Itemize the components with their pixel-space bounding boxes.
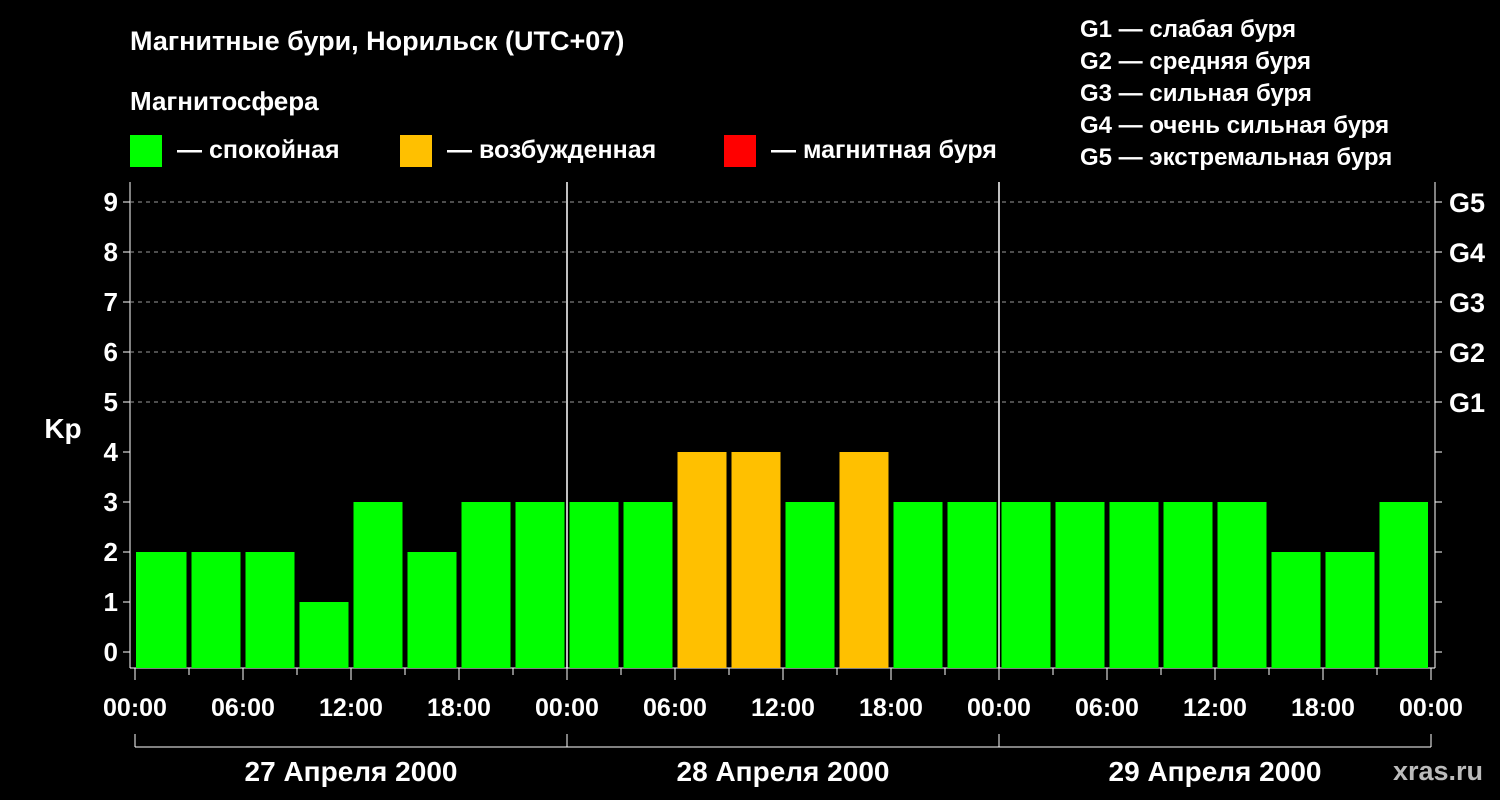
- x-tick-label: 18:00: [1291, 694, 1355, 722]
- legend-label-quiet: — спокойная: [177, 136, 340, 164]
- x-tick-label: 00:00: [967, 694, 1031, 722]
- g-level-label-g5: G5: [1449, 188, 1485, 218]
- g-scale-legend: G1 — слабая буря G2 — средняя буря G3 — …: [1080, 16, 1392, 171]
- x-tick-label: 06:00: [211, 694, 275, 722]
- chart-title: Магнитные бури, Норильск (UTC+07): [130, 26, 624, 56]
- kp-bar: [947, 502, 997, 668]
- x-tick-label: 06:00: [1075, 694, 1139, 722]
- kp-bar: [1163, 502, 1213, 668]
- kp-bar: [1379, 502, 1428, 668]
- y-tick-label: 6: [104, 337, 118, 367]
- y-tick-label: 8: [104, 237, 118, 267]
- g-scale-item-g4: G4 — очень сильная буря: [1080, 112, 1389, 139]
- day-label: 27 Апреля 2000: [245, 756, 458, 787]
- kp-bar: [839, 452, 889, 668]
- g-scale-item-g5: G5 — экстремальная буря: [1080, 144, 1392, 171]
- kp-bar: [299, 602, 349, 668]
- kp-bar: [1217, 502, 1267, 668]
- x-tick-label: 00:00: [535, 694, 599, 722]
- x-tick-label: 00:00: [103, 694, 167, 722]
- watermark: xras.ru: [1393, 756, 1483, 786]
- y-tick-label: 7: [104, 287, 118, 317]
- g-level-label-g2: G2: [1449, 338, 1485, 368]
- y-tick-label: 1: [104, 587, 118, 617]
- g-level-label-g1: G1: [1449, 388, 1485, 418]
- kp-bar: [136, 552, 187, 668]
- plot-area: 0 1 2 3 4 5 6 7 8 9 G1 G2 G3 G4 G5 00:00 06:00 12:00 18:00…: [103, 182, 1485, 787]
- kp-bar: [461, 502, 511, 668]
- g-scale-item-g2: G2 — средняя буря: [1080, 48, 1311, 75]
- kp-bar: [785, 502, 835, 668]
- kp-bar: [1055, 502, 1105, 668]
- state-legend: — спокойная — возбужденная — магнитная б…: [130, 135, 997, 167]
- kp-bar: [407, 552, 457, 668]
- x-tick-label: 12:00: [319, 694, 383, 722]
- x-tick-label: 18:00: [859, 694, 923, 722]
- y-tick-label: 0: [104, 637, 118, 667]
- kp-bar: [245, 552, 295, 668]
- x-tick-label: 06:00: [643, 694, 707, 722]
- kp-bar: [1001, 502, 1051, 668]
- x-tick-label: 18:00: [427, 694, 491, 722]
- kp-bar: [353, 502, 403, 668]
- x-tick-label: 12:00: [751, 694, 815, 722]
- kp-bar: [731, 452, 781, 668]
- g-level-label-g4: G4: [1449, 238, 1485, 268]
- legend-swatch-storm: [724, 135, 756, 167]
- kp-bar: [1109, 502, 1159, 668]
- y-tick-label: 3: [104, 487, 118, 517]
- kp-bar: [191, 552, 241, 668]
- kp-bar: [623, 502, 673, 668]
- section-label: Магнитосфера: [130, 86, 319, 116]
- day-label: 29 Апреля 2000: [1109, 756, 1322, 787]
- kp-bar: [1271, 552, 1321, 668]
- kp-bar: [569, 502, 619, 668]
- day-label: 28 Апреля 2000: [677, 756, 890, 787]
- x-tick-label: 00:00: [1399, 694, 1463, 722]
- kp-bar: [677, 452, 727, 668]
- legend-swatch-active: [400, 135, 432, 167]
- y-tick-label: 5: [104, 387, 118, 417]
- g-scale-item-g1: G1 — слабая буря: [1080, 16, 1296, 43]
- kp-chart: Магнитные бури, Норильск (UTC+07) Магнит…: [44, 16, 1485, 787]
- y-axis-label: Kp: [44, 413, 81, 444]
- kp-bar: [1325, 552, 1375, 668]
- g-scale-item-g3: G3 — сильная буря: [1080, 80, 1312, 107]
- kp-bar: [893, 502, 943, 668]
- y-tick-label: 2: [104, 537, 118, 567]
- legend-swatch-quiet: [130, 135, 162, 167]
- legend-label-active: — возбужденная: [447, 136, 656, 164]
- g-level-label-g3: G3: [1449, 288, 1485, 318]
- x-tick-label: 12:00: [1183, 694, 1247, 722]
- kp-bar: [515, 502, 565, 668]
- legend-label-storm: — магнитная буря: [771, 136, 997, 164]
- y-tick-label: 4: [104, 437, 119, 467]
- y-tick-label: 9: [104, 187, 118, 217]
